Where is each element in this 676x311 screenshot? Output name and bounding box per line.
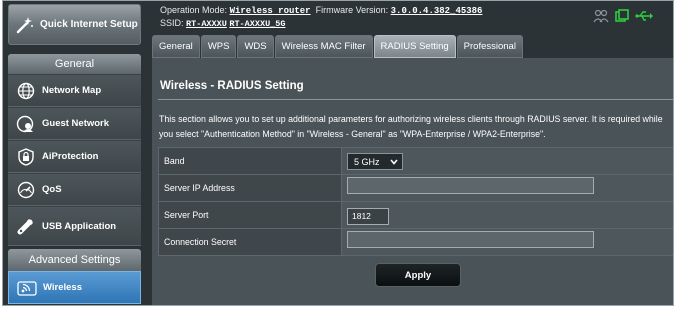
sidebar-item-label: Network Map (42, 85, 102, 96)
table-row: Server IP Address (158, 174, 673, 202)
connection-secret-cell (341, 228, 673, 256)
operation-mode-label: Operation Mode: (160, 5, 228, 15)
tab-wps[interactable]: WPS (200, 35, 237, 58)
lock-icon (15, 146, 37, 168)
network-status-icon[interactable] (615, 9, 629, 23)
ssid-label: SSID: (160, 18, 184, 28)
router-admin-window: Quick Internet Setup General Network Map… (2, 0, 674, 306)
connection-secret-input[interactable] (347, 231, 594, 248)
server-port-cell: 1812 (341, 201, 673, 229)
usb-status-icon[interactable] (635, 9, 653, 23)
band-select[interactable]: 5 GHz (347, 153, 403, 171)
sidebar-item-network-map[interactable]: Network Map (8, 74, 141, 107)
usb-icon (15, 215, 37, 237)
server-port-label: Server Port (158, 201, 342, 229)
ssid-2g-link[interactable]: RT-AXXXU (186, 19, 227, 29)
server-port-input[interactable]: 1812 (347, 207, 389, 225)
tab-general[interactable]: General (152, 35, 200, 58)
radius-settings-table: Band 5 GHz Server IP Address Server Port… (158, 147, 673, 256)
sidebar-item-wireless[interactable]: Wireless (8, 271, 141, 304)
server-ip-cell (341, 174, 673, 202)
status-icons (593, 9, 653, 23)
band-cell: 5 GHz (341, 147, 673, 175)
apply-button[interactable]: Apply (375, 263, 461, 287)
ssid-5g-link[interactable]: RT-AXXXU_5G (229, 19, 285, 29)
globe-icon (15, 80, 37, 102)
advanced-menu: Wireless (8, 271, 141, 304)
content-panel: Wireless - RADIUS Setting This section a… (152, 58, 673, 305)
page-description: This section allows you to set up additi… (159, 114, 663, 139)
sidebar-item-usb-application[interactable]: USB Application (8, 206, 141, 246)
users-icon[interactable] (593, 9, 609, 23)
chevron-down-icon (390, 159, 398, 165)
band-select-value: 5 GHz (354, 156, 380, 167)
general-section-header: General (8, 54, 141, 74)
tab-professional[interactable]: Professional (456, 35, 523, 58)
quick-internet-setup-label: Quick Internet Setup (40, 19, 138, 30)
sidebar-item-aiprotection[interactable]: AiProtection (8, 140, 141, 173)
page-title: Wireless - RADIUS Setting (160, 80, 304, 92)
guest-network-icon (15, 113, 37, 135)
advanced-settings-header: Advanced Settings (8, 249, 141, 271)
firmware-label: Firmware Version: (315, 5, 389, 15)
sidebar: Quick Internet Setup General Network Map… (8, 4, 141, 304)
title-divider (158, 99, 673, 100)
sidebar-item-qos[interactable]: QoS (8, 173, 141, 206)
sidebar-item-label: AiProtection (42, 151, 99, 162)
sidebar-item-label: Wireless (43, 282, 82, 293)
sidebar-item-label: QoS (42, 184, 62, 195)
firmware-link[interactable]: 3.0.0.4.382_45386 (391, 6, 483, 16)
server-ip-label: Server IP Address (158, 174, 342, 202)
table-row: Band 5 GHz (158, 147, 673, 175)
operation-mode-line: Operation Mode: Wireless router Firmware… (160, 5, 482, 16)
tab-radius-setting[interactable]: RADIUS Setting (373, 35, 456, 58)
ssid-line: SSID: RT-AXXXU RT-AXXXU_5G (160, 18, 285, 29)
gauge-icon (15, 179, 37, 201)
connection-secret-label: Connection Secret (158, 228, 342, 256)
sidebar-item-guest-network[interactable]: Guest Network (8, 107, 141, 140)
wand-icon (16, 16, 33, 33)
band-label: Band (158, 147, 342, 175)
table-row: Server Port 1812 (158, 201, 673, 229)
settings-tabs: General WPS WDS Wireless MAC Filter RADI… (152, 35, 524, 58)
sidebar-item-label: Guest Network (42, 118, 110, 129)
general-menu: Network Map Guest Network AiProtection Q… (8, 74, 141, 246)
sidebar-item-label: USB Application (42, 220, 117, 232)
wifi-icon (16, 277, 38, 299)
tab-wireless-mac-filter[interactable]: Wireless MAC Filter (274, 35, 373, 58)
table-row: Connection Secret (158, 228, 673, 256)
server-ip-input[interactable] (347, 177, 594, 194)
quick-internet-setup-button[interactable]: Quick Internet Setup (8, 4, 141, 45)
operation-mode-link[interactable]: Wireless router (230, 6, 311, 16)
tab-wds[interactable]: WDS (237, 35, 274, 58)
